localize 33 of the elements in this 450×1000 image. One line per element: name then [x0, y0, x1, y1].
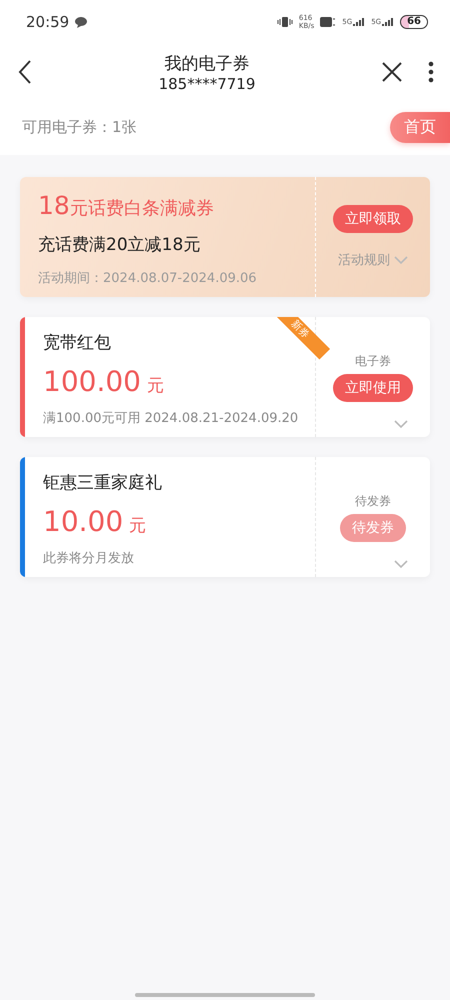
vibrate-icon — [276, 16, 293, 28]
coupon-type: 电子券 — [355, 352, 391, 370]
coupon-action-button[interactable]: 立即使用 — [333, 374, 413, 402]
home-indicator[interactable] — [135, 993, 315, 997]
chevron-down-icon[interactable] — [394, 256, 408, 264]
claim-button[interactable]: 立即领取 — [333, 205, 413, 233]
coupon-unit: 元 — [146, 375, 164, 397]
coupon-amount: 100.00 — [43, 365, 141, 398]
promo-period: 活动期间：2024.08.07-2024.09.06 — [38, 270, 258, 287]
coupon-amount: 10.00 — [43, 505, 124, 538]
home-button[interactable]: 首页 — [390, 112, 450, 143]
battery-level: 66 — [400, 15, 428, 29]
chevron-down-icon[interactable] — [394, 420, 408, 429]
phone-number: 185****7719 — [158, 74, 256, 92]
coupon-count: 可用电子券：1张 — [22, 118, 137, 137]
promo-title: 18元话费白条满减券 — [38, 191, 215, 220]
coupon-note: 此券将分月发放 — [43, 550, 135, 567]
chevron-down-icon[interactable] — [394, 560, 408, 569]
close-icon[interactable] — [382, 62, 402, 82]
status-time: 20:59 — [26, 13, 70, 31]
signal-icon — [353, 18, 366, 26]
back-icon[interactable] — [18, 60, 32, 84]
coupon-type: 待发券 — [355, 492, 391, 510]
promo-description: 充话费满20立减18元 — [38, 234, 202, 256]
page-title: 我的电子券 — [164, 52, 250, 74]
coupon-note: 满100.00元可用 2024.08.21-2024.09.20 — [43, 410, 300, 427]
coupon-unit: 元 — [129, 515, 146, 537]
more-icon[interactable] — [428, 61, 434, 83]
signal-icon — [382, 18, 394, 26]
chat-bubble-icon — [75, 16, 88, 28]
coupon-name: 宽带红包 — [43, 332, 111, 354]
coupon-name: 钜惠三重家庭礼 — [43, 472, 162, 494]
rules-link[interactable]: 活动规则 — [338, 251, 390, 269]
